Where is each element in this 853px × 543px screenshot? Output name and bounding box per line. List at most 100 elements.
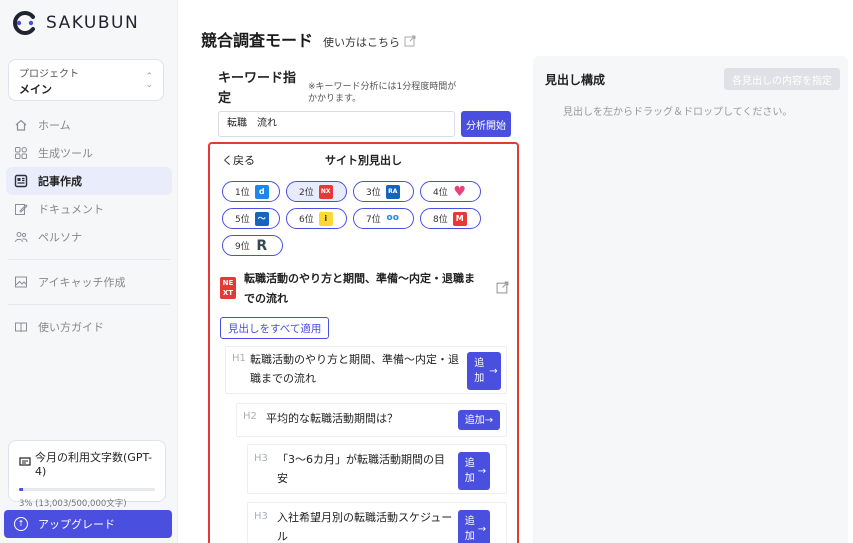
grid-icon bbox=[14, 146, 28, 160]
upgrade-button[interactable]: ↑ アップグレード bbox=[4, 510, 172, 538]
chevron-updown-icon: ⌃ ⌄ bbox=[145, 72, 153, 90]
rank-label: 8位 bbox=[433, 215, 448, 225]
add-heading-button[interactable]: 追加 → bbox=[458, 452, 490, 490]
nav-divider bbox=[8, 304, 170, 305]
sidebar-item-label: 生成ツール bbox=[38, 147, 93, 160]
sidebar-item-label: アイキャッチ作成 bbox=[38, 276, 126, 289]
rank-label: 6位 bbox=[299, 215, 314, 225]
rank-pill-2[interactable]: 2位 NX bbox=[286, 181, 347, 202]
usage-title: 今月の利用文字数(GPT-4) bbox=[35, 451, 153, 478]
panel-header: サイト別見出し く戻る bbox=[210, 150, 517, 170]
sidebar-item-guide[interactable]: 使い方ガイド bbox=[6, 313, 172, 341]
external-link-icon bbox=[404, 35, 416, 50]
rank-pill-7[interactable]: 7位 oo bbox=[353, 208, 414, 229]
book-icon bbox=[14, 320, 28, 334]
arrow-right-icon: → bbox=[484, 414, 494, 426]
rank-label: 7位 bbox=[366, 215, 381, 225]
project-label: プロジェクト bbox=[19, 69, 79, 80]
add-heading-button[interactable]: 追加 → bbox=[467, 352, 501, 390]
apply-all-headings-button[interactable]: 見出しをすべて適用 bbox=[220, 317, 330, 339]
rank-pill-8[interactable]: 8位 M bbox=[420, 208, 481, 229]
outline-empty-message: 見出しを左からドラッグ＆ドロップしてください。 bbox=[563, 107, 793, 118]
rank-label: 1位 bbox=[235, 188, 250, 198]
chat-icon bbox=[19, 456, 31, 471]
sidebar-item-label: 使い方ガイド bbox=[38, 321, 104, 334]
nav-divider bbox=[8, 259, 170, 260]
page-title: 競合調査モード bbox=[201, 31, 314, 50]
sidebar: SAKUBUN プロジェクト メイン ⌃ ⌄ ホーム 生成ツール 記事作成 ドキ… bbox=[0, 0, 178, 543]
rank-pill-3[interactable]: 3位 RA bbox=[353, 181, 414, 202]
sidebar-item-generation-tools[interactable]: 生成ツール bbox=[6, 139, 172, 167]
back-button[interactable]: く戻る bbox=[222, 152, 255, 168]
rank-pill-9[interactable]: 9位 R bbox=[222, 235, 283, 256]
page-header: 競合調査モード 使い方はこちら bbox=[201, 27, 416, 51]
usage-title-row: 今月の利用文字数(GPT-4) bbox=[19, 449, 155, 478]
rank-pill-1[interactable]: 1位 d bbox=[222, 181, 280, 202]
specify-content-button[interactable]: 各見出しの内容を指定 bbox=[724, 68, 840, 90]
project-value: メイン bbox=[19, 83, 52, 96]
add-heading-button[interactable]: 追加 → bbox=[458, 510, 490, 543]
rank-label: 9位 bbox=[235, 242, 250, 252]
heading-item-h3[interactable]: H3 入社希望月別の転職活動スケジュール 追加 → bbox=[247, 502, 507, 543]
rank-pill-6[interactable]: 6位 i bbox=[286, 208, 347, 229]
brand-name: SAKUBUN bbox=[46, 13, 140, 33]
keyword-note: ※キーワード分析には1分程度時間がかかります。 bbox=[308, 82, 457, 104]
project-select[interactable]: プロジェクト メイン ⌃ ⌄ bbox=[8, 59, 164, 101]
panel-title: サイト別見出し bbox=[325, 154, 402, 167]
people-icon bbox=[14, 230, 28, 244]
heading-item-h2[interactable]: H2 平均的な転職活動期間は？ 追加 → bbox=[236, 403, 507, 437]
site-title: 転職活動のやり方と期間、準備〜内定・退職までの流れ bbox=[244, 272, 475, 305]
add-heading-button[interactable]: 追加 → bbox=[458, 410, 500, 430]
site-favicon-icon: NX bbox=[318, 184, 333, 199]
arrow-right-icon: → bbox=[477, 523, 487, 535]
external-link-icon[interactable] bbox=[496, 281, 509, 297]
heading-text: 「3〜6カ月」が転職活動期間の目安 bbox=[277, 453, 445, 485]
heading-level-label: H1 bbox=[232, 353, 246, 364]
help-link-label: 使い方はこちら bbox=[323, 36, 401, 49]
sidebar-item-article-creation[interactable]: 記事作成 bbox=[6, 167, 172, 195]
sidebar-item-persona[interactable]: ペルソナ bbox=[6, 223, 172, 251]
sidebar-item-label: ホーム bbox=[38, 119, 71, 132]
sidebar-item-label: ドキュメント bbox=[38, 203, 104, 216]
heading-text: 入社希望月別の転職活動スケジュール bbox=[277, 511, 453, 543]
analyze-button[interactable]: 分析開始 bbox=[461, 111, 511, 137]
site-favicon-icon: d bbox=[254, 184, 269, 199]
add-label: 追加 bbox=[464, 458, 475, 484]
arrow-up-circle-icon: ↑ bbox=[14, 517, 28, 531]
heading-level-label: H2 bbox=[243, 411, 257, 422]
site-logo-icon: NE XT bbox=[220, 277, 236, 299]
sakubun-logo-icon bbox=[13, 11, 35, 35]
rank-pill-4[interactable]: 4位 ♥ bbox=[420, 181, 481, 202]
usage-progress-bar bbox=[19, 488, 155, 491]
heading-text: 平均的な転職活動期間は？ bbox=[266, 412, 398, 425]
site-favicon-icon: R bbox=[256, 237, 268, 254]
edit-icon bbox=[14, 202, 28, 216]
add-label: 追加 bbox=[464, 414, 485, 426]
brand-logo[interactable]: SAKUBUN bbox=[12, 10, 139, 36]
site-favicon-icon: oo bbox=[386, 213, 399, 223]
sidebar-nav: ホーム 生成ツール 記事作成 ドキュメント ペルソナ アイキャッチ作成 使い方ガ… bbox=[0, 111, 178, 341]
outline-panel[interactable]: 見出し構成 各見出しの内容を指定 見出しを左からドラッグ＆ドロップしてください。 bbox=[533, 56, 848, 543]
heading-item-h1[interactable]: H1 転職活動のやり方と期間、準備〜内定・退職までの流れ 追加 → bbox=[225, 346, 507, 394]
sidebar-item-home[interactable]: ホーム bbox=[6, 111, 172, 139]
usage-text: 3% (13,003/500,000文字) bbox=[19, 499, 127, 509]
rank-label: 5位 bbox=[235, 215, 250, 225]
rank-label: 4位 bbox=[433, 188, 448, 198]
heading-text: 転職活動のやり方と期間、準備〜内定・退職までの流れ bbox=[250, 353, 459, 385]
heading-item-h3[interactable]: H3 「3〜6カ月」が転職活動期間の目安 追加 → bbox=[247, 444, 507, 494]
sidebar-item-documents[interactable]: ドキュメント bbox=[6, 195, 172, 223]
image-icon bbox=[14, 275, 28, 289]
sidebar-item-eyecatch[interactable]: アイキャッチ作成 bbox=[6, 268, 172, 296]
arrow-right-icon: → bbox=[489, 365, 498, 377]
keyword-input[interactable]: 転職 流れ bbox=[218, 111, 455, 137]
article-icon bbox=[14, 174, 28, 188]
usage-progress-fill bbox=[19, 488, 24, 491]
site-favicon-icon: 〜 bbox=[254, 211, 269, 226]
site-favicon-icon: i bbox=[318, 211, 333, 226]
arrow-right-icon: → bbox=[477, 465, 487, 477]
help-link[interactable]: 使い方はこちら bbox=[323, 34, 416, 50]
heading-level-label: H3 bbox=[254, 453, 268, 464]
add-label: 追加 bbox=[464, 516, 475, 542]
rank-pill-5[interactable]: 5位 〜 bbox=[222, 208, 280, 229]
outline-title: 見出し構成 bbox=[545, 73, 606, 87]
